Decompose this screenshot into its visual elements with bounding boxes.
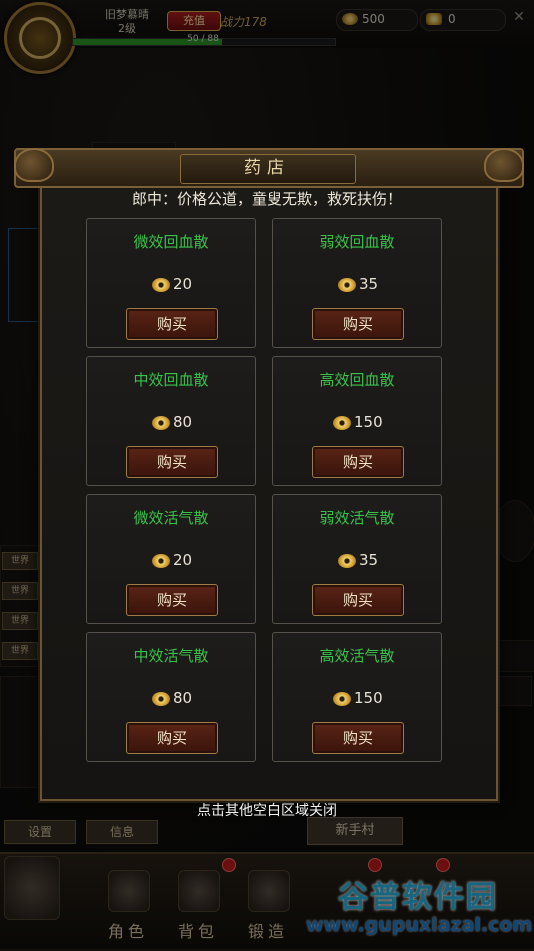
buy-button[interactable]: 购买 (312, 584, 404, 616)
item-name: 中效活气散 (133, 647, 209, 665)
coin-icon (152, 278, 170, 292)
item-price: 35 (359, 275, 379, 293)
item-name: 弱效活气散 (319, 509, 395, 527)
item-price: 150 (354, 689, 383, 707)
buy-button[interactable]: 购买 (126, 722, 218, 754)
shop-item-card: 中效活气散 80 购买 (86, 632, 256, 762)
buy-button[interactable]: 购买 (126, 308, 218, 340)
shop-item-card: 高效活气散 150 购买 (272, 632, 442, 762)
item-price: 20 (173, 551, 193, 569)
buy-button[interactable]: 购买 (126, 584, 218, 616)
item-price: 20 (173, 275, 193, 293)
shop-item-card: 高效回血散 150 购买 (272, 356, 442, 486)
coin-icon (152, 692, 170, 706)
buy-button[interactable]: 购买 (312, 308, 404, 340)
dragon-ornament-icon (478, 142, 526, 188)
shop-item-card: 微效活气散 20 购买 (86, 494, 256, 624)
item-price: 150 (354, 413, 383, 431)
dragon-ornament-icon (8, 142, 56, 188)
coin-icon (333, 692, 351, 706)
shop-item-card: 微效回血散 20 购买 (86, 218, 256, 348)
close-hint: 点击其他空白区域关闭 (197, 803, 337, 819)
item-price: 80 (173, 413, 193, 431)
item-name: 微效回血散 (133, 233, 209, 251)
item-price: 35 (359, 551, 379, 569)
item-name: 高效回血散 (319, 371, 395, 389)
coin-icon (338, 278, 356, 292)
coin-icon (152, 416, 170, 430)
coin-icon (338, 554, 356, 568)
shop-title: 药店 (244, 158, 290, 178)
coin-icon (152, 554, 170, 568)
shop-item-card: 弱效回血散 35 购买 (272, 218, 442, 348)
item-name: 中效回血散 (133, 371, 209, 389)
buy-button[interactable]: 购买 (312, 722, 404, 754)
coin-icon (333, 416, 351, 430)
shop-item-card: 弱效活气散 35 购买 (272, 494, 442, 624)
buy-button[interactable]: 购买 (312, 446, 404, 478)
shop-subtitle: 郎中：价格公道，童叟无欺，救死扶伤！ (131, 190, 402, 208)
item-price: 80 (173, 689, 193, 707)
shop-item-card: 中效回血散 80 购买 (86, 356, 256, 486)
buy-button[interactable]: 购买 (126, 446, 218, 478)
item-name: 弱效回血散 (319, 233, 395, 251)
item-name: 微效活气散 (133, 509, 209, 527)
item-name: 高效活气散 (319, 647, 395, 665)
